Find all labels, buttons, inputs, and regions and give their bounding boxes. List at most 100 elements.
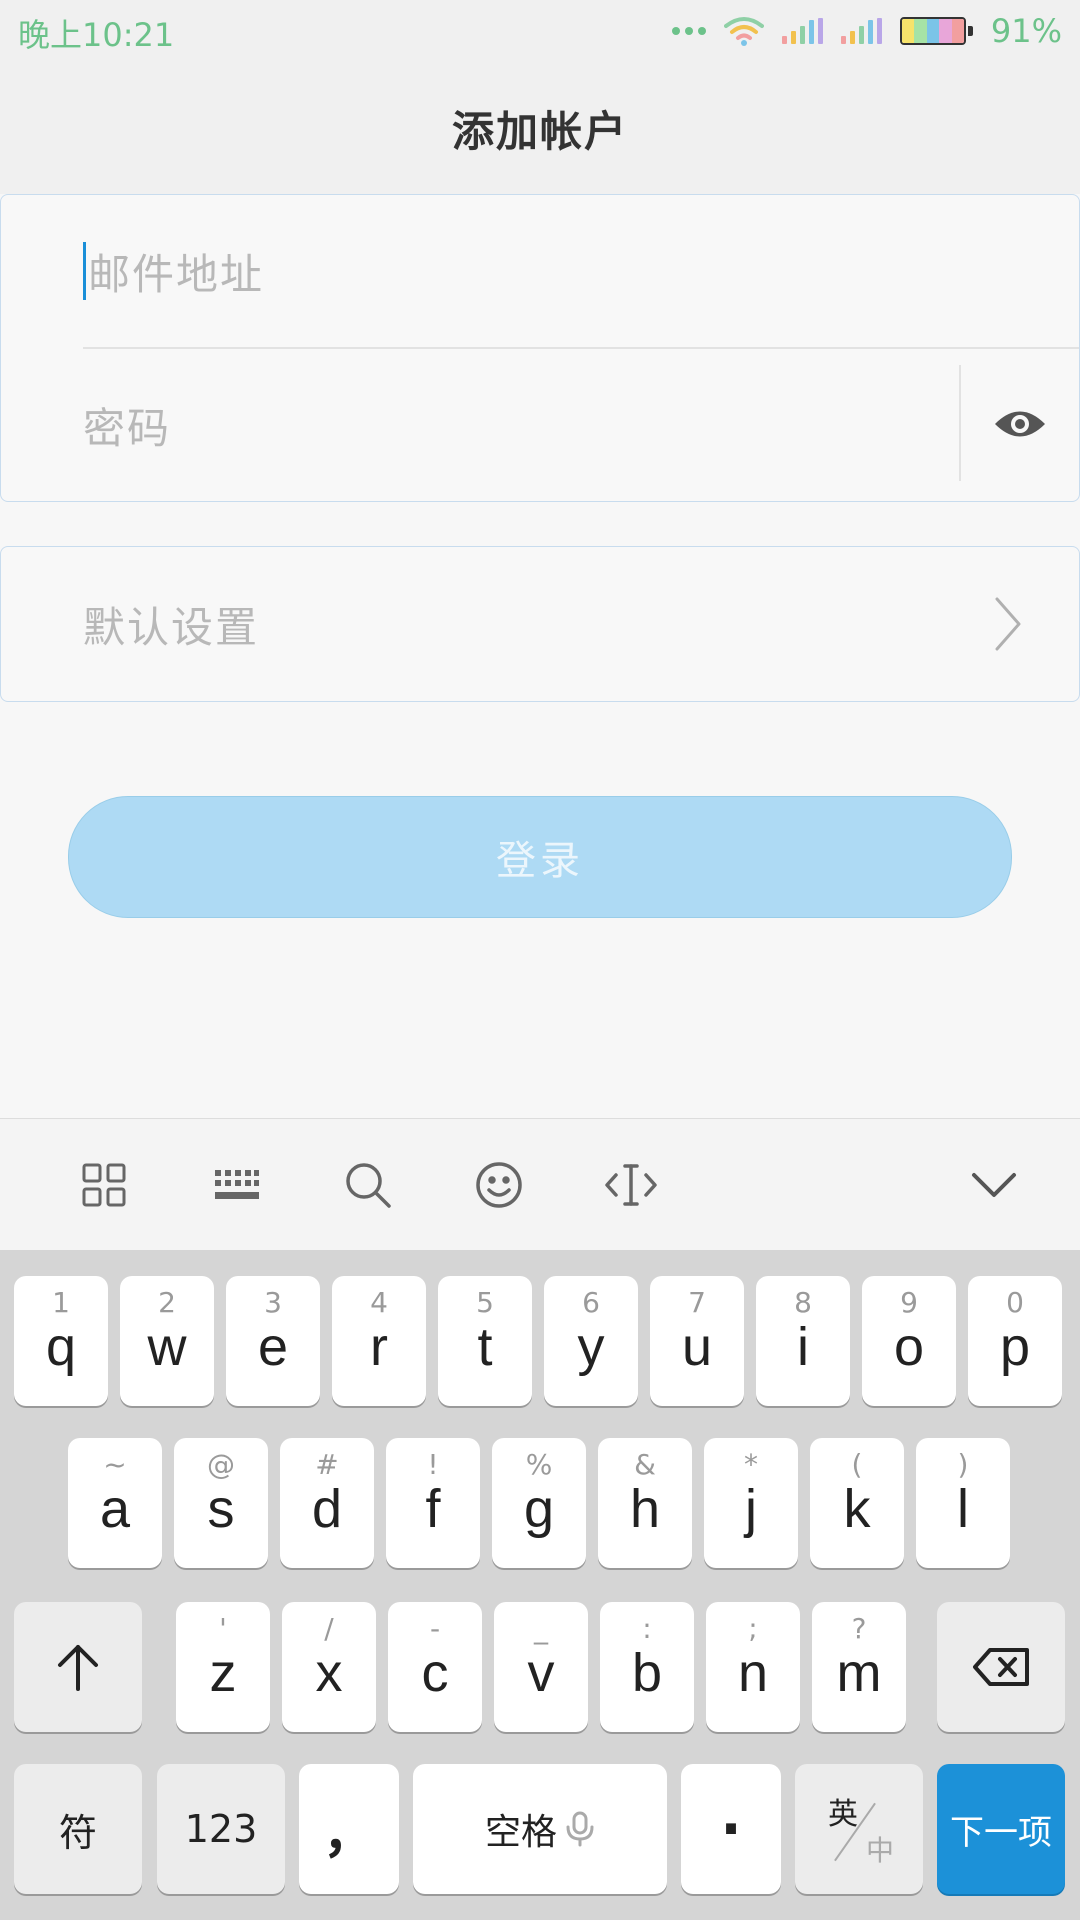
lang-en-label: 英 <box>828 1797 858 1832</box>
cursor-icon[interactable] <box>601 1155 661 1215</box>
login-button-label: 登录 <box>496 838 584 884</box>
key-secondary-label: ( <box>851 1448 863 1481</box>
key-secondary-label: 7 <box>688 1286 706 1319</box>
key-l[interactable]: ) l <box>916 1438 1010 1568</box>
key-secondary-label: * <box>744 1448 758 1481</box>
next-key-label: 下一项 <box>950 1812 1052 1853</box>
keyboard-icon[interactable] <box>207 1155 267 1215</box>
key-secondary-label: 4 <box>370 1286 388 1319</box>
key-h[interactable]: & h <box>598 1438 692 1568</box>
key-m[interactable]: ? m <box>812 1602 906 1732</box>
key-e[interactable]: 3e <box>226 1276 320 1406</box>
text-cursor <box>83 242 86 300</box>
next-key[interactable]: 下一项 <box>937 1764 1065 1894</box>
key-label: b <box>631 1643 663 1703</box>
key-secondary-label: 0 <box>1006 1286 1024 1319</box>
backspace-icon <box>973 1648 1029 1686</box>
key-o[interactable]: 9o <box>862 1276 956 1406</box>
key-g[interactable]: % g <box>492 1438 586 1568</box>
status-time: 晚上10:21 <box>18 16 175 54</box>
space-key-label: 空格 <box>484 1812 557 1853</box>
key-label: h <box>629 1479 661 1539</box>
key-j[interactable]: * j <box>704 1438 798 1568</box>
key-label: w <box>147 1317 187 1377</box>
key-label: q <box>45 1317 77 1377</box>
key-label: f <box>425 1479 441 1539</box>
symbols-key-label: 符 <box>58 1810 97 1855</box>
key-secondary-label: ; <box>748 1612 758 1645</box>
key-secondary-label: ~ <box>103 1448 127 1481</box>
key-secondary-label: 6 <box>582 1286 600 1319</box>
key-i[interactable]: 8i <box>756 1276 850 1406</box>
key-b[interactable]: :b <box>600 1602 694 1732</box>
password-field[interactable]: 密码 <box>83 349 959 501</box>
default-settings-label: 默认设置 <box>83 547 259 701</box>
key-v[interactable]: _ v <box>494 1602 588 1732</box>
grid-icon[interactable] <box>74 1155 134 1215</box>
key-d[interactable]: # d <box>280 1438 374 1568</box>
key-w[interactable]: 2w <box>120 1276 214 1406</box>
key-p[interactable]: 0p <box>968 1276 1062 1406</box>
key-label: r <box>370 1317 388 1377</box>
page-title: 添加帐户 <box>451 106 628 156</box>
key-f[interactable]: ! f <box>386 1438 480 1568</box>
key-label: s <box>207 1479 235 1539</box>
key-secondary-label: 9 <box>900 1286 918 1319</box>
shift-key[interactable] <box>14 1602 142 1732</box>
email-field[interactable]: 邮件地址 <box>83 195 1079 349</box>
key-y[interactable]: 6y <box>544 1276 638 1406</box>
key-secondary-label: % <box>525 1448 553 1481</box>
field-divider <box>959 365 961 481</box>
key-secondary-label: ' <box>219 1612 227 1645</box>
chevron-right-icon <box>995 597 1021 651</box>
period-key[interactable]: · <box>681 1764 781 1894</box>
backspace-key[interactable] <box>937 1602 1065 1732</box>
space-key[interactable]: 空格 <box>413 1764 667 1894</box>
key-r[interactable]: 4r <box>332 1276 426 1406</box>
key-x[interactable]: / x <box>282 1602 376 1732</box>
key-s[interactable]: @ s <box>174 1438 268 1568</box>
symbols-key[interactable]: 符 <box>14 1764 142 1894</box>
email-placeholder: 邮件地址 <box>88 249 265 299</box>
key-a[interactable]: ~ a <box>68 1438 162 1568</box>
login-form-card: 邮件地址 密码 <box>0 194 1080 502</box>
collapse-keyboard-icon[interactable] <box>964 1155 1024 1215</box>
title-bar: 添加帐户 <box>0 62 1080 194</box>
key-q[interactable]: 1q <box>14 1276 108 1406</box>
comma-key[interactable]: ， <box>299 1764 399 1894</box>
key-label: c <box>421 1643 449 1703</box>
key-n[interactable]: ; n <box>706 1602 800 1732</box>
key-secondary-label: 3 <box>264 1286 282 1319</box>
show-password-icon[interactable] <box>989 393 1051 455</box>
key-label: i <box>797 1317 809 1377</box>
key-c[interactable]: -c <box>388 1602 482 1732</box>
signal-icon <box>781 18 823 44</box>
status-icons: 91% <box>671 8 1062 54</box>
key-secondary-label: 8 <box>794 1286 812 1319</box>
key-secondary-label: ) <box>957 1448 969 1481</box>
key-label: z <box>209 1643 237 1703</box>
key-z[interactable]: ' z <box>176 1602 270 1732</box>
key-label: p <box>999 1317 1031 1377</box>
battery-tip <box>967 26 973 36</box>
key-secondary-label: 2 <box>158 1286 176 1319</box>
key-t[interactable]: 5t <box>438 1276 532 1406</box>
language-switch-label: 英 中 <box>824 1789 894 1869</box>
key-k[interactable]: (k <box>810 1438 904 1568</box>
default-settings-row[interactable]: 默认设置 <box>0 546 1080 702</box>
keyboard-toolbar <box>0 1118 1080 1251</box>
numbers-key-label: 123 <box>184 1807 258 1851</box>
key-label: k <box>843 1479 871 1539</box>
key-u[interactable]: 7u <box>650 1276 744 1406</box>
key-secondary-label: ? <box>851 1612 867 1645</box>
numbers-key[interactable]: 123 <box>157 1764 285 1894</box>
emoji-icon[interactable] <box>469 1155 529 1215</box>
search-icon[interactable] <box>338 1155 398 1215</box>
comma-key-label: ， <box>322 1804 375 1865</box>
key-secondary-label: / <box>324 1612 334 1645</box>
login-button[interactable]: 登录 <box>68 796 1012 918</box>
key-label: g <box>523 1479 555 1539</box>
key-secondary-label: 5 <box>476 1286 494 1319</box>
key-label: j <box>745 1479 757 1539</box>
language-switch-key[interactable]: 英 中 <box>795 1764 923 1894</box>
